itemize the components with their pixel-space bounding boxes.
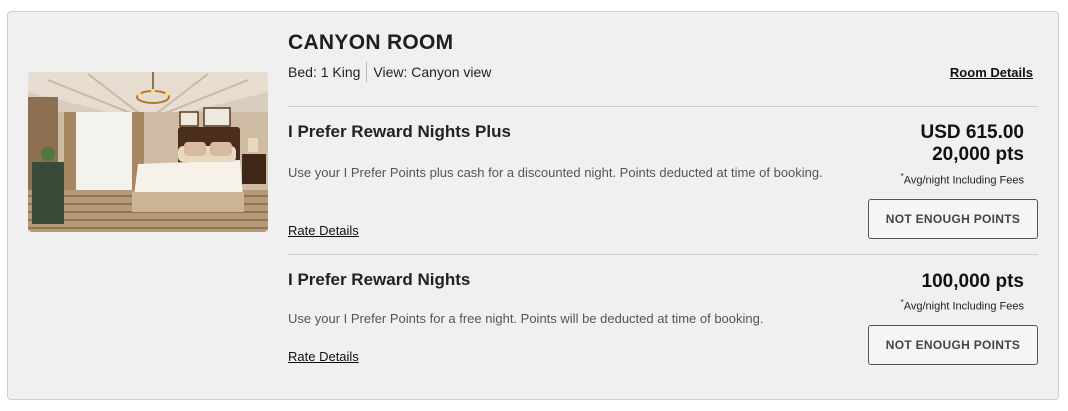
fee-note-text: Avg/night Including Fees [903, 300, 1024, 313]
room-details-link[interactable]: Room Details [950, 65, 1033, 80]
divider [288, 254, 1038, 255]
rate-details-link[interactable]: Rate Details [288, 349, 359, 364]
rate-description: Use your I Prefer Points plus cash for a… [288, 165, 823, 180]
view-info: View: Canyon view [373, 64, 492, 80]
price-cash: USD 615.00 [920, 122, 1024, 143]
rate-description: Use your I Prefer Points for a free nigh… [288, 311, 764, 326]
fee-note: *Avg/night Including Fees [901, 298, 1024, 313]
room-meta: Bed: 1 King View: Canyon view [288, 62, 491, 82]
fee-note-text: Avg/night Including Fees [903, 174, 1024, 187]
meta-separator [366, 62, 368, 82]
fee-note: *Avg/night Including Fees [901, 172, 1024, 187]
room-photo[interactable] [28, 72, 268, 232]
rate-details-link[interactable]: Rate Details [288, 223, 359, 238]
room-card: CANYON ROOM Bed: 1 King View: Canyon vie… [7, 11, 1059, 400]
rate-name: I Prefer Reward Nights [288, 270, 471, 289]
price-points: 20,000 pts [932, 144, 1024, 165]
price-points: 100,000 pts [921, 271, 1024, 292]
not-enough-points-button[interactable]: NOT ENOUGH POINTS [868, 325, 1038, 365]
not-enough-points-button[interactable]: NOT ENOUGH POINTS [868, 199, 1038, 239]
room-title: CANYON ROOM [288, 31, 454, 54]
rate-name: I Prefer Reward Nights Plus [288, 122, 511, 141]
divider [288, 106, 1038, 107]
bed-info: Bed: 1 King [288, 64, 361, 80]
